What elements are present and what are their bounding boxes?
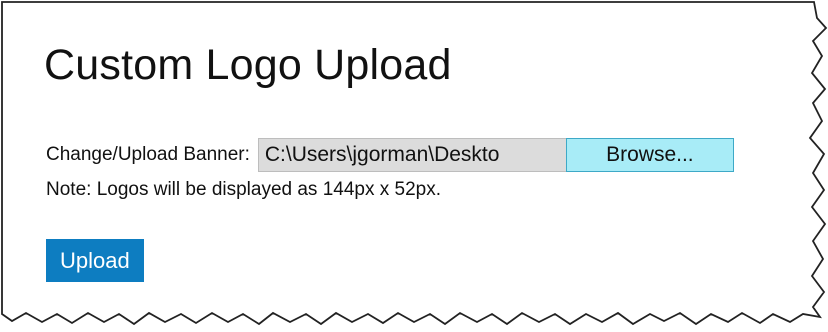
browse-button[interactable]: Browse... (565, 138, 734, 172)
upload-button[interactable]: Upload (46, 239, 144, 282)
screenshot-frame: Custom Logo Upload Change/Upload Banner:… (0, 0, 828, 332)
custom-logo-panel: Custom Logo Upload Change/Upload Banner:… (8, 8, 808, 308)
logo-size-note: Note: Logos will be displayed as 144px x… (46, 179, 442, 200)
banner-upload-row: Change/Upload Banner: C:\Users\jgorman\D… (46, 137, 734, 173)
banner-upload-label: Change/Upload Banner: (46, 144, 250, 165)
file-path-field[interactable]: C:\Users\jgorman\Deskto (257, 138, 566, 172)
page-title: Custom Logo Upload (44, 41, 452, 89)
